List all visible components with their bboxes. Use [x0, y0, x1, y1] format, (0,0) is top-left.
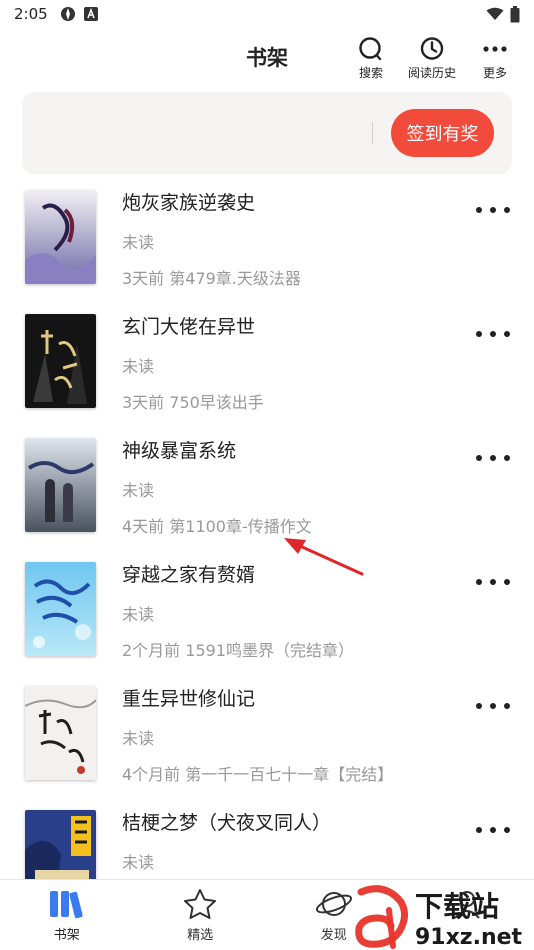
- dot-icon: [504, 331, 510, 337]
- site-watermark: 下载站 91xz.net: [355, 884, 534, 950]
- book-more-button[interactable]: [476, 452, 510, 464]
- book-latest-chapter: 4天前 第1100章-传播作文: [122, 517, 312, 536]
- book-item[interactable]: 玄门大佬在异世 未读 3天前 750早该出手: [0, 310, 534, 434]
- app-notification-icon: [60, 7, 75, 21]
- clock-icon: [420, 37, 444, 60]
- dot-icon: [490, 455, 496, 461]
- dot-icon: [476, 827, 482, 833]
- a-notification-icon: [83, 7, 98, 21]
- dot-icon: [490, 827, 496, 833]
- book-read-status: 未读: [122, 853, 155, 872]
- dot-icon: [476, 455, 482, 461]
- book-read-status: 未读: [122, 605, 155, 624]
- book-item[interactable]: 神级暴富系统 未读 4天前 第1100章-传播作文: [0, 434, 534, 558]
- book-cover: [25, 314, 96, 408]
- book-cover: [25, 438, 96, 532]
- reading-history-label: 阅读历史: [407, 66, 456, 80]
- book-more-button[interactable]: [476, 700, 510, 712]
- dot-icon: [490, 579, 496, 585]
- book-title: 穿越之家有赘婿: [122, 564, 256, 586]
- book-item[interactable]: 炮灰家族逆袭史 未读 3天前 第479章.天级法器: [0, 186, 534, 310]
- dot-icon: [490, 331, 496, 337]
- book-latest-chapter: 4个月前 第一千一百七十一章【完结】: [122, 765, 394, 784]
- book-title: 玄门大佬在异世: [122, 316, 256, 338]
- book-read-status: 未读: [122, 729, 155, 748]
- dot-icon: [504, 579, 510, 585]
- star-icon: [184, 889, 217, 919]
- dot-icon: [490, 207, 496, 213]
- search-button[interactable]: 搜索: [346, 36, 396, 81]
- dot-icon: [490, 703, 496, 709]
- planet-icon: [315, 892, 352, 916]
- dot-icon: [476, 579, 482, 585]
- wifi-icon: [486, 7, 504, 20]
- book-title: 桔梗之梦（犬夜叉同人）: [122, 812, 332, 834]
- book-read-status: 未读: [122, 233, 155, 252]
- book-item[interactable]: 穿越之家有赘婿 未读 2个月前 1591鸣墨界（完结章）: [0, 558, 534, 682]
- watermark-domain: 91xz.net: [415, 925, 523, 950]
- bookshelf-icon: [49, 891, 83, 919]
- more-dots-icon: [483, 46, 507, 52]
- status-time: 2:05: [14, 5, 48, 23]
- book-item[interactable]: 重生异世修仙记 未读 4个月前 第一千一百七十一章【完结】: [0, 682, 534, 806]
- dot-icon: [476, 207, 482, 213]
- nav-bookshelf[interactable]: 书架: [0, 880, 134, 950]
- book-latest-chapter: 3天前 第479章.天级法器: [122, 269, 301, 288]
- search-icon: [359, 37, 382, 61]
- signin-banner: 签到有奖: [22, 92, 512, 174]
- nav-featured-label: 精选: [187, 928, 214, 943]
- header: 书架 搜索 阅读历史 更多: [0, 28, 534, 88]
- book-more-button[interactable]: [476, 328, 510, 340]
- book-cover: [25, 686, 96, 780]
- status-system-icons: [486, 5, 520, 23]
- nav-bookshelf-label: 书架: [53, 928, 80, 943]
- status-notification-icons: [60, 6, 98, 22]
- banner-divider: [372, 122, 373, 144]
- book-title: 炮灰家族逆袭史: [122, 192, 256, 214]
- book-read-status: 未读: [122, 357, 155, 376]
- battery-icon: [510, 5, 520, 22]
- dot-icon: [504, 703, 510, 709]
- dot-icon: [476, 331, 482, 337]
- search-label: 搜索: [358, 66, 383, 80]
- status-bar: 2:05: [0, 0, 534, 28]
- book-more-button[interactable]: [476, 576, 510, 588]
- dot-icon: [476, 703, 482, 709]
- book-latest-chapter: 2个月前 1591鸣墨界（完结章）: [122, 641, 354, 660]
- book-cover: [25, 190, 96, 284]
- dot-icon: [504, 455, 510, 461]
- book-more-button[interactable]: [476, 204, 510, 216]
- book-title: 重生异世修仙记: [122, 688, 256, 710]
- book-title: 神级暴富系统: [122, 440, 237, 462]
- book-read-status: 未读: [122, 481, 155, 500]
- signin-button[interactable]: 签到有奖: [391, 109, 494, 157]
- book-list: 炮灰家族逆袭史 未读 3天前 第479章.天级法器 玄门大佬在异世 未读 3天前…: [0, 186, 534, 930]
- dot-icon: [504, 827, 510, 833]
- nav-discover-label: 发现: [320, 928, 347, 943]
- watermark-brand: 下载站: [415, 890, 499, 923]
- book-latest-chapter: 3天前 750早该出手: [122, 393, 264, 412]
- reading-history-button[interactable]: 阅读历史: [407, 36, 457, 81]
- more-button[interactable]: 更多: [470, 36, 520, 81]
- more-label: 更多: [482, 66, 507, 80]
- book-more-button[interactable]: [476, 824, 510, 836]
- nav-featured[interactable]: 精选: [134, 880, 268, 950]
- book-cover: [25, 562, 96, 656]
- dot-icon: [504, 207, 510, 213]
